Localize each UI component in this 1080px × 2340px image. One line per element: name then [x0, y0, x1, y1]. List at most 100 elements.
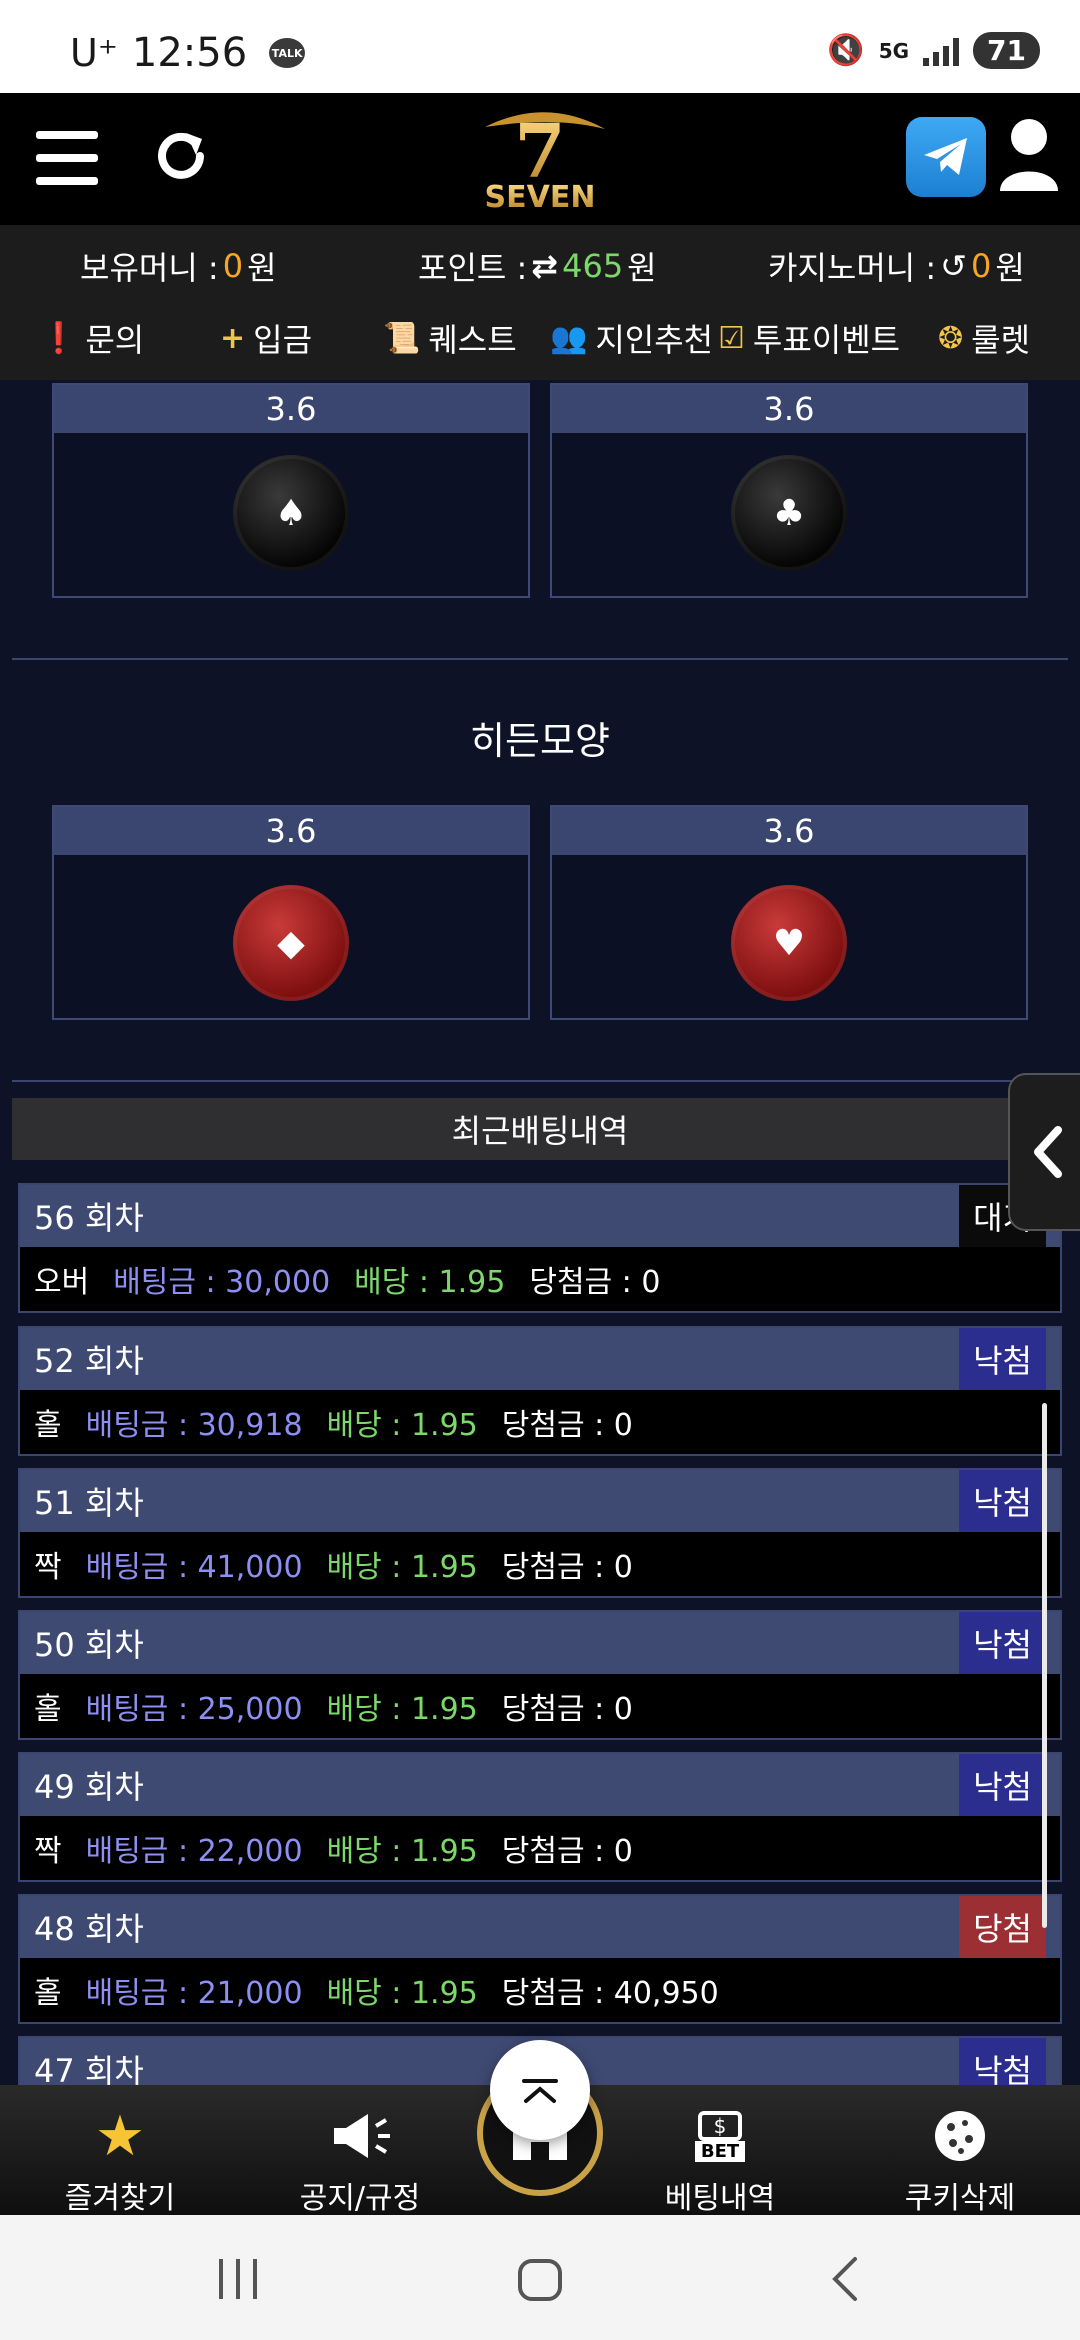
point-unit: 원 — [627, 249, 657, 287]
status-badge: 낙첨 — [959, 2038, 1046, 2085]
card-odds: 3.6 — [54, 385, 528, 433]
menu-referral[interactable]: 👥 지인추천 — [550, 315, 713, 361]
chevron-up-icon — [522, 2079, 558, 2103]
win-amount: 당첨금 : 0 — [529, 1265, 661, 1300]
diamond-icon: ◆ — [233, 885, 349, 1001]
nav-favorites[interactable]: ★ 즐겨찾기 — [20, 2104, 220, 2217]
win-amount: 당첨금 : 40,950 — [501, 1976, 719, 2011]
bet-amount: 배팅금 : 41,000 — [85, 1550, 303, 1585]
bet-card-heart[interactable]: 3.6 ♥ — [550, 805, 1028, 1020]
nav-bet-history[interactable]: $ BET 베팅내역 — [620, 2105, 820, 2217]
menu-inquiry[interactable]: ❗ 문의 — [40, 315, 144, 361]
holding-label: 보유머니 : — [80, 249, 219, 287]
side-panel-toggle[interactable] — [1008, 1073, 1080, 1231]
bet-amount: 배팅금 : 21,000 — [85, 1976, 303, 2011]
main-content: 3.6 ♠ 3.6 ♣ 히든모양 3.6 ◆ 3.6 ♥ 최근배팅내역 56 회… — [0, 380, 1080, 2085]
status-badge: 당첨 — [959, 1896, 1046, 1958]
refresh-icon[interactable] — [150, 125, 212, 187]
card-odds: 3.6 — [552, 385, 1026, 433]
round-label: 47 회차 — [34, 2052, 144, 2085]
odds: 배당 : 1.95 — [326, 1692, 478, 1727]
nav-cookie-delete-label: 쿠키삭제 — [904, 2181, 1016, 2216]
odds: 배당 : 1.95 — [326, 1834, 478, 1869]
pick: 짝 — [34, 1550, 62, 1585]
win-amount: 당첨금 : 0 — [501, 1692, 633, 1727]
round-label: 51 회차 — [34, 1484, 144, 1522]
win-amount: 당첨금 : 0 — [501, 1834, 633, 1869]
pick: 홀 — [34, 1692, 62, 1727]
nav-notice-label: 공지/규정 — [299, 2181, 421, 2216]
status-badge: 낙첨 — [959, 1612, 1046, 1674]
mute-icon: 🔇 — [827, 33, 865, 68]
point-label: 포인트 : — [418, 249, 528, 287]
holding-money: 보유머니 : 0 원 — [80, 243, 277, 289]
telegram-button[interactable] — [906, 117, 986, 197]
spade-icon: ♠ — [233, 455, 349, 571]
recent-apps-icon[interactable] — [219, 2259, 257, 2299]
round-label: 50 회차 — [34, 1626, 144, 1664]
bet-amount: 배팅금 : 25,000 — [85, 1692, 303, 1727]
menu-vote-event[interactable]: ☑ 투표이벤트 — [718, 315, 900, 361]
odds: 배당 : 1.95 — [326, 1976, 478, 2011]
status-right: 🔇 5G 71 — [827, 32, 1040, 69]
reload-icon[interactable]: ↺ — [940, 247, 967, 285]
roulette-icon: ❂ — [938, 320, 964, 356]
carrier-label: U⁺ — [70, 31, 118, 75]
seven-logo[interactable]: 7 SEVEN — [465, 107, 615, 215]
heart-icon: ♥ — [731, 885, 847, 1001]
bet-history-row[interactable]: 56 회차 대기 오버 배팅금 : 30,000 배당 : 1.95 당첨금 :… — [18, 1183, 1062, 1313]
holding-value: 0 — [222, 247, 244, 285]
megaphone-icon — [260, 2105, 460, 2167]
bet-card-spade[interactable]: 3.6 ♠ — [52, 383, 530, 598]
bet-history-row[interactable]: 52 회차 낙첨 홀 배팅금 : 30,918 배당 : 1.95 당첨금 : … — [18, 1326, 1062, 1456]
odds: 배당 : 1.95 — [354, 1265, 506, 1300]
checkbox-icon: ☑ — [718, 320, 745, 356]
menu-quest-label: 퀘스트 — [428, 321, 517, 359]
bet-history-row[interactable]: 50 회차 낙첨 홀 배팅금 : 25,000 배당 : 1.95 당첨금 : … — [18, 1610, 1062, 1740]
bet-card-club[interactable]: 3.6 ♣ — [550, 383, 1028, 598]
menu-vote-event-label: 투표이벤트 — [752, 321, 901, 359]
app-header: 7 SEVEN — [0, 93, 1080, 225]
balance-row: 보유머니 : 0 원 포인트 : ⇄ 465 원 카지노머니 : ↺ 0 원 — [0, 243, 1080, 293]
home-system-icon[interactable] — [518, 2259, 562, 2301]
scroll-to-top-button[interactable] — [490, 2040, 590, 2140]
network-label: 5G — [878, 38, 910, 63]
exchange-icon[interactable]: ⇄ — [531, 247, 558, 285]
casino-unit: 원 — [995, 249, 1025, 287]
bet-amount: 배팅금 : 22,000 — [85, 1834, 303, 1869]
bet-card-diamond[interactable]: 3.6 ◆ — [52, 805, 530, 1020]
bet-history-row[interactable]: 48 회차 당첨 홀 배팅금 : 21,000 배당 : 1.95 당첨금 : … — [18, 1894, 1062, 2024]
menu-roulette[interactable]: ❂ 룰렛 — [938, 315, 1030, 361]
section-divider — [12, 1080, 1068, 1082]
battery-indicator: 71 — [973, 32, 1040, 69]
casino-money: 카지노머니 : ↺ 0 원 — [768, 243, 1025, 289]
alert-icon: ❗ — [40, 320, 78, 356]
history-scrollbar[interactable] — [1042, 1403, 1047, 1928]
bet-history-row[interactable]: 51 회차 낙첨 짝 배팅금 : 41,000 배당 : 1.95 당첨금 : … — [18, 1468, 1062, 1598]
recent-bets-title: 최근배팅내역 — [12, 1098, 1068, 1160]
bet-amount: 배팅금 : 30,918 — [85, 1408, 303, 1443]
menu-quest[interactable]: 📜 퀘스트 — [383, 315, 517, 361]
menu-deposit[interactable]: + 입금 — [220, 315, 312, 361]
status-badge: 낙첨 — [959, 1328, 1046, 1390]
kakaotalk-icon: TALK — [269, 38, 306, 68]
menu-icon[interactable] — [36, 131, 98, 185]
casino-value: 0 — [970, 247, 992, 285]
back-icon[interactable] — [832, 2257, 857, 2301]
bet-history-row[interactable]: 49 회차 낙첨 짝 배팅금 : 22,000 배당 : 1.95 당첨금 : … — [18, 1752, 1062, 1882]
casino-label: 카지노머니 : — [768, 249, 937, 287]
status-badge: 낙첨 — [959, 1754, 1046, 1816]
nav-cookie-delete[interactable]: 쿠키삭제 — [860, 2105, 1060, 2217]
system-nav-bar — [0, 2215, 1080, 2340]
chevron-left-icon — [1034, 1126, 1062, 1178]
nav-bet-history-label: 베팅내역 — [664, 2181, 776, 2216]
user-icon[interactable] — [996, 115, 1062, 199]
status-left: U⁺ 12:56 TALK — [70, 30, 306, 76]
pick: 홀 — [34, 1408, 62, 1443]
plus-icon: + — [220, 320, 246, 356]
scroll-icon: 📜 — [383, 320, 421, 356]
round-label: 56 회차 — [34, 1199, 144, 1237]
nav-notice[interactable]: 공지/규정 — [260, 2105, 460, 2217]
round-label: 49 회차 — [34, 1768, 144, 1806]
round-label: 52 회차 — [34, 1342, 144, 1380]
